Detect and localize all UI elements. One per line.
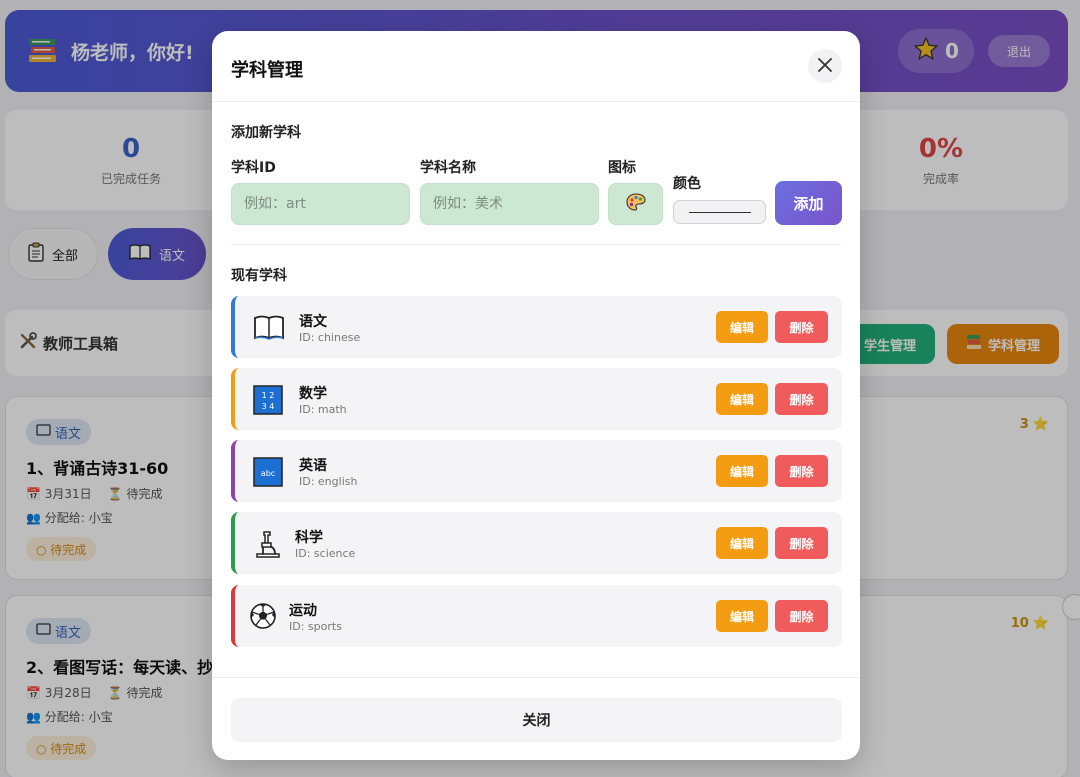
- palette-icon: [625, 192, 646, 216]
- subject-color-picker[interactable]: [673, 200, 766, 224]
- edit-button[interactable]: 编辑: [716, 455, 768, 487]
- delete-button[interactable]: 删除: [775, 311, 828, 343]
- edit-button[interactable]: 编辑: [716, 383, 768, 415]
- subject-row-sports: 运动 ID: sports 编辑 删除: [231, 585, 842, 647]
- delete-button[interactable]: 删除: [775, 383, 828, 415]
- svg-text:abc: abc: [261, 469, 275, 478]
- subject-id: ID: science: [295, 547, 356, 560]
- subject-name: 运动: [289, 603, 317, 619]
- delete-button[interactable]: 删除: [775, 455, 828, 487]
- subject-color-label: 颜色: [673, 176, 701, 192]
- subject-name-label: 学科名称: [420, 160, 476, 176]
- subject-management-modal: 学科管理 添加新学科 学科ID 学科名称 图标 颜色 添加 现有学科 语文 ID…: [212, 31, 860, 760]
- close-modal-button[interactable]: 关闭: [231, 698, 842, 742]
- add-subject-button[interactable]: 添加: [775, 181, 842, 225]
- subject-icon-label: 图标: [608, 160, 636, 176]
- existing-subjects-heading: 现有学科: [231, 268, 287, 284]
- section-divider: [231, 244, 841, 245]
- subject-id: ID: english: [299, 475, 358, 488]
- abc-icon: abc: [253, 457, 283, 487]
- subject-id-input[interactable]: [231, 183, 410, 225]
- add-subject-heading: 添加新学科: [231, 125, 301, 141]
- edit-button[interactable]: 编辑: [716, 311, 768, 343]
- modal-header: 学科管理: [212, 31, 860, 102]
- close-icon: [818, 57, 832, 75]
- subject-name: 语文: [299, 314, 327, 330]
- modal-footer: 关闭: [212, 677, 860, 760]
- close-button[interactable]: [808, 49, 842, 83]
- svg-text:1 2: 1 2: [262, 391, 275, 400]
- subject-icon-input[interactable]: [608, 183, 663, 225]
- subject-row-chinese: 语文 ID: chinese 编辑 删除: [231, 296, 842, 358]
- edit-button[interactable]: 编辑: [716, 600, 768, 632]
- subject-row-math: 1 23 4 数学 ID: math 编辑 删除: [231, 368, 842, 430]
- subject-id-label: 学科ID: [231, 160, 276, 176]
- subject-id: ID: math: [299, 403, 347, 416]
- numbers-icon: 1 23 4: [253, 385, 283, 415]
- subject-name-input[interactable]: [420, 183, 599, 225]
- modal-title: 学科管理: [231, 60, 303, 81]
- book-icon: [253, 313, 284, 341]
- edit-button[interactable]: 编辑: [716, 527, 768, 559]
- subject-name: 英语: [299, 458, 327, 474]
- subject-id: ID: chinese: [299, 331, 361, 344]
- subject-id: ID: sports: [289, 620, 342, 633]
- subject-row-science: 科学 ID: science 编辑 删除: [231, 512, 842, 574]
- subject-name: 科学: [295, 530, 323, 546]
- delete-button[interactable]: 删除: [775, 527, 828, 559]
- soccer-ball-icon: [249, 602, 279, 630]
- subject-name: 数学: [299, 386, 327, 402]
- svg-text:3 4: 3 4: [262, 402, 275, 411]
- subject-row-english: abc 英语 ID: english 编辑 删除: [231, 440, 842, 502]
- color-swatch: [688, 211, 751, 213]
- delete-button[interactable]: 删除: [775, 600, 828, 632]
- microscope-icon: [253, 529, 283, 558]
